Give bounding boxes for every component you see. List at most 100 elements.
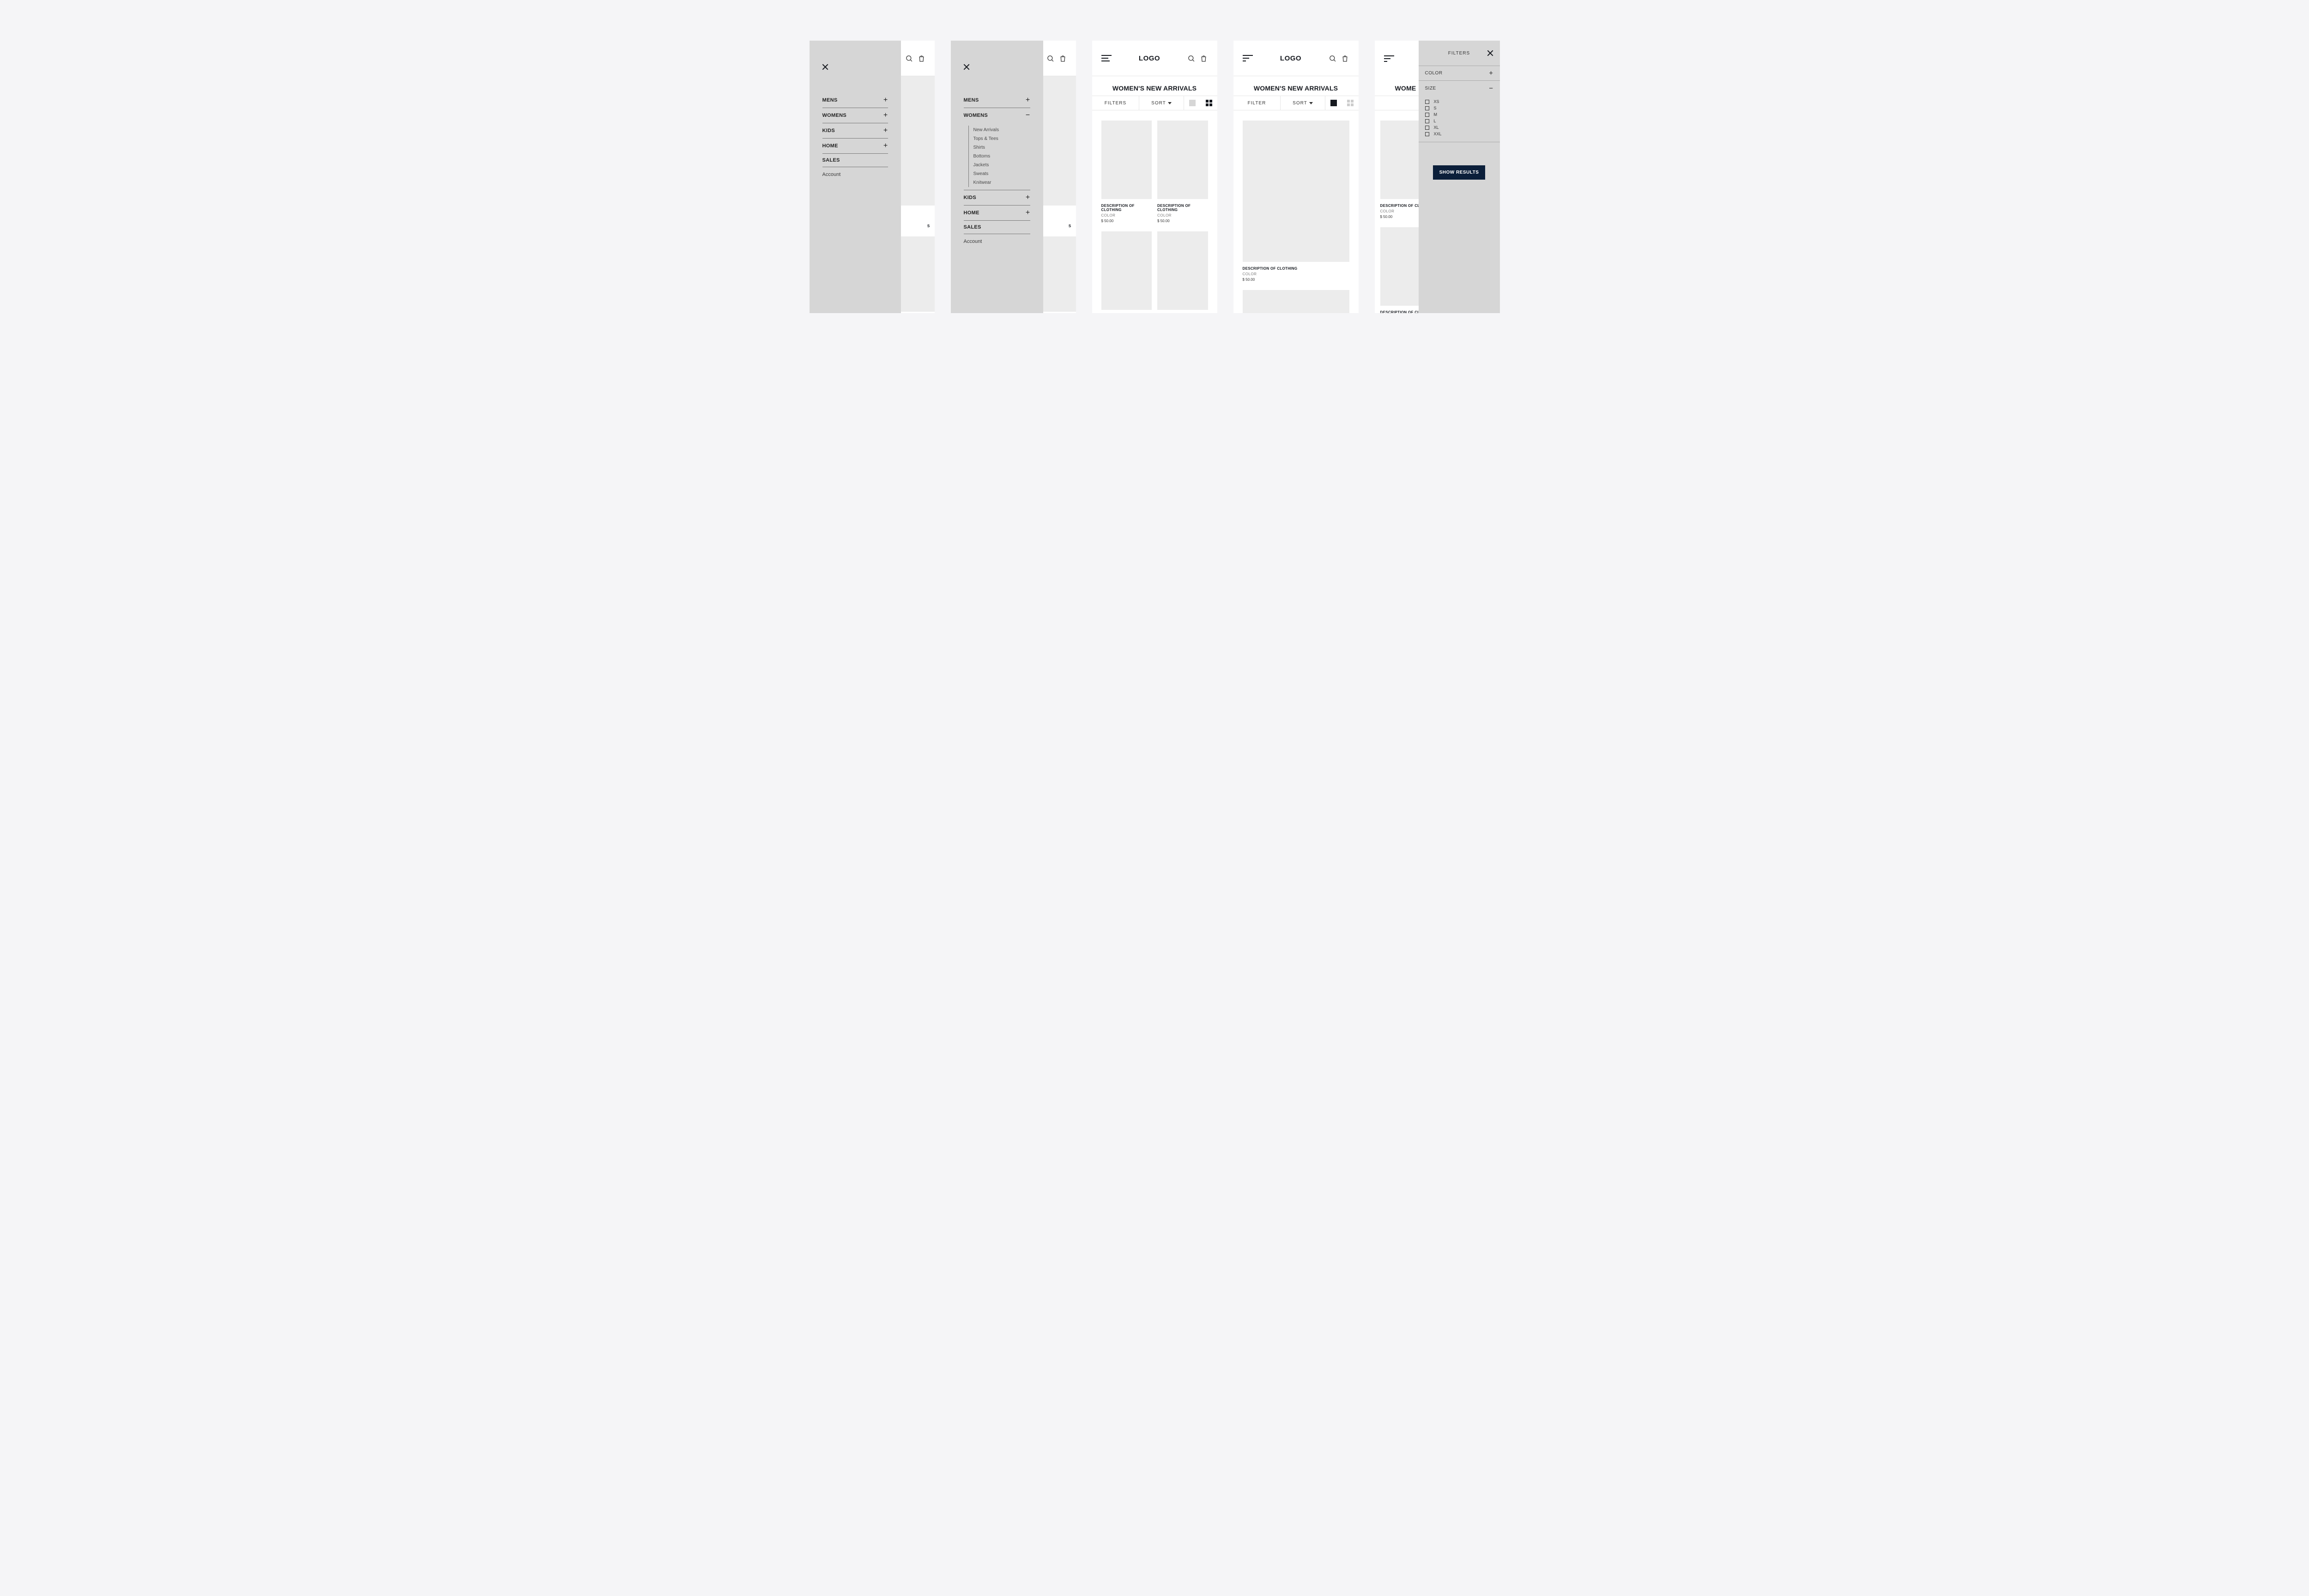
close-icon[interactable] (1487, 50, 1493, 56)
product-card[interactable]: DESCRIPTION OF CLOTHING COLOR (1157, 231, 1208, 313)
view-grid-button[interactable] (1201, 100, 1217, 106)
size-option-xs[interactable]: XS (1425, 98, 1493, 105)
menu-label: WOMENS (822, 113, 847, 118)
view-single-button[interactable] (1325, 100, 1342, 106)
show-results-button[interactable]: SHOW RESULTS (1433, 165, 1486, 180)
listing-toolbar: FILTER SORT (1233, 96, 1359, 110)
filter-panel-title: FILTERS (1431, 51, 1487, 56)
product-image (1101, 121, 1152, 199)
menu-account[interactable]: Account (822, 167, 888, 182)
search-icon[interactable] (1329, 54, 1336, 62)
header: LOGO (1233, 41, 1359, 76)
screen-filter-panel: WOME FILTERS DESCRIPTION OF CL COLOR $ 5… (1375, 41, 1500, 313)
bag-icon[interactable] (1341, 54, 1349, 62)
checkbox-icon (1425, 119, 1429, 123)
size-option-s[interactable]: S (1425, 105, 1493, 111)
close-icon[interactable] (822, 64, 828, 70)
menu-account[interactable]: Account (964, 234, 1030, 249)
hamburger-icon[interactable] (1101, 55, 1112, 61)
menu-kids[interactable]: KIDS+ (822, 123, 888, 139)
bag-icon[interactable] (918, 54, 925, 62)
size-options: XS S M L XL XXL (1419, 96, 1500, 142)
page-title: WOMEN'S NEW ARRIVALS (1092, 76, 1217, 96)
submenu-new-arrivals[interactable]: New Arrivals (973, 126, 1030, 134)
single-view-icon (1330, 100, 1337, 106)
menu-home[interactable]: HOME+ (964, 206, 1030, 221)
plus-icon: + (1026, 194, 1030, 201)
screen-listing-grid: LOGO WOMEN'S NEW ARRIVALS FILTERS SORT D… (1092, 41, 1217, 313)
plus-icon: + (883, 97, 888, 104)
view-single-button[interactable] (1184, 100, 1201, 106)
plus-icon: + (883, 142, 888, 150)
filter-section-color[interactable]: COLOR + (1419, 66, 1500, 81)
product-price: $ 50.00 (1157, 219, 1208, 223)
size-option-xxl[interactable]: XXL (1425, 131, 1493, 137)
menu-home[interactable]: HOME + (822, 139, 888, 154)
product-card[interactable] (1243, 290, 1349, 313)
view-toggle (1325, 96, 1359, 110)
submenu-tops-tees[interactable]: Tops & Tees (973, 134, 1030, 143)
menu-sales[interactable]: SALES (822, 154, 888, 167)
menu-mens[interactable]: MENS+ (822, 93, 888, 108)
product-list: DESCRIPTION OF CLOTHING COLOR $ 50.00 (1233, 110, 1359, 313)
bag-icon[interactable] (1200, 54, 1208, 62)
menu-mens[interactable]: MENS+ (964, 93, 1030, 108)
filter-section-label: SIZE (1425, 86, 1436, 91)
menu-label: HOME (822, 143, 838, 149)
menu-sales[interactable]: SALES (964, 221, 1030, 234)
submenu-sweats[interactable]: Sweats (973, 169, 1030, 178)
product-card[interactable]: DESCRIPTION OF CLOTHING COLOR $ 50.00 (1243, 121, 1349, 282)
menu-kids[interactable]: KIDS + (964, 190, 1030, 206)
brand-logo[interactable]: LOGO (1139, 54, 1160, 62)
screen-menu-collapsed: S ION OF CLOTHING MENS+ WOMENS+ KIDS+ HO… (810, 41, 935, 313)
product-color: COLOR (1243, 272, 1349, 276)
submenu-knitwear[interactable]: Knitwear (973, 178, 1030, 187)
minus-icon: − (1489, 85, 1493, 92)
search-icon[interactable] (905, 54, 913, 62)
brand-logo[interactable]: LOGO (1280, 54, 1301, 62)
plus-icon: + (883, 112, 888, 119)
product-card[interactable]: DESCRIPTION OF CLOTHING COLOR $ 50.00 (1157, 121, 1208, 223)
size-option-l[interactable]: L (1425, 118, 1493, 124)
filter-section-label: COLOR (1425, 71, 1443, 76)
view-grid-button[interactable] (1342, 100, 1359, 106)
submenu-shirts[interactable]: Shirts (973, 143, 1030, 152)
menu-drawer: MENS+ WOMENS + KIDS+ HOME + SALES Account (810, 41, 901, 313)
screen-menu-expanded: S ION OF CLOTHING MENS+ WOMENS− New Arri… (951, 41, 1076, 313)
filters-button[interactable]: FILTER (1233, 96, 1281, 110)
product-card[interactable]: DESCRIPTION OF CLOTHING COLOR $ 50.00 (1101, 121, 1152, 223)
size-option-xl[interactable]: XL (1425, 124, 1493, 131)
filter-icon[interactable] (1243, 55, 1253, 61)
grid-view-icon (1347, 100, 1354, 106)
bag-icon[interactable] (1059, 54, 1067, 62)
menu-drawer: MENS+ WOMENS− New Arrivals Tops & Tees S… (951, 41, 1043, 313)
checkbox-icon (1425, 132, 1429, 136)
filters-button[interactable]: FILTERS (1092, 96, 1140, 110)
menu-label: KIDS (964, 195, 976, 200)
sort-label: SORT (1151, 101, 1166, 106)
menu-womens[interactable]: WOMENS− (964, 108, 1030, 123)
product-image (1157, 231, 1208, 310)
single-view-icon (1189, 100, 1196, 106)
product-card[interactable]: DESCRIPTION OF CLOTHING COLOR (1101, 231, 1152, 313)
search-icon[interactable] (1187, 54, 1195, 62)
close-icon[interactable] (964, 64, 970, 70)
product-price: $ 50.00 (1243, 278, 1349, 282)
menu-label: SALES (822, 157, 840, 163)
submenu-bottoms[interactable]: Bottoms (973, 152, 1030, 161)
filter-section-size[interactable]: SIZE − (1419, 81, 1500, 96)
plus-icon: + (1489, 70, 1493, 77)
grid-view-icon (1206, 100, 1212, 106)
filter-icon[interactable] (1384, 55, 1394, 62)
submenu-jackets[interactable]: Jackets (973, 161, 1030, 169)
search-icon[interactable] (1046, 54, 1054, 62)
behind-title-fragment: S (1069, 224, 1071, 228)
listing-toolbar: FILTERS SORT (1092, 96, 1217, 110)
menu-label: MENS (964, 97, 979, 103)
sort-button[interactable]: SORT (1281, 96, 1325, 110)
size-option-m[interactable]: M (1425, 111, 1493, 118)
sort-label: SORT (1293, 101, 1307, 106)
menu-womens[interactable]: WOMENS + (822, 108, 888, 123)
chevron-down-icon (1168, 102, 1172, 104)
sort-button[interactable]: SORT (1139, 96, 1184, 110)
